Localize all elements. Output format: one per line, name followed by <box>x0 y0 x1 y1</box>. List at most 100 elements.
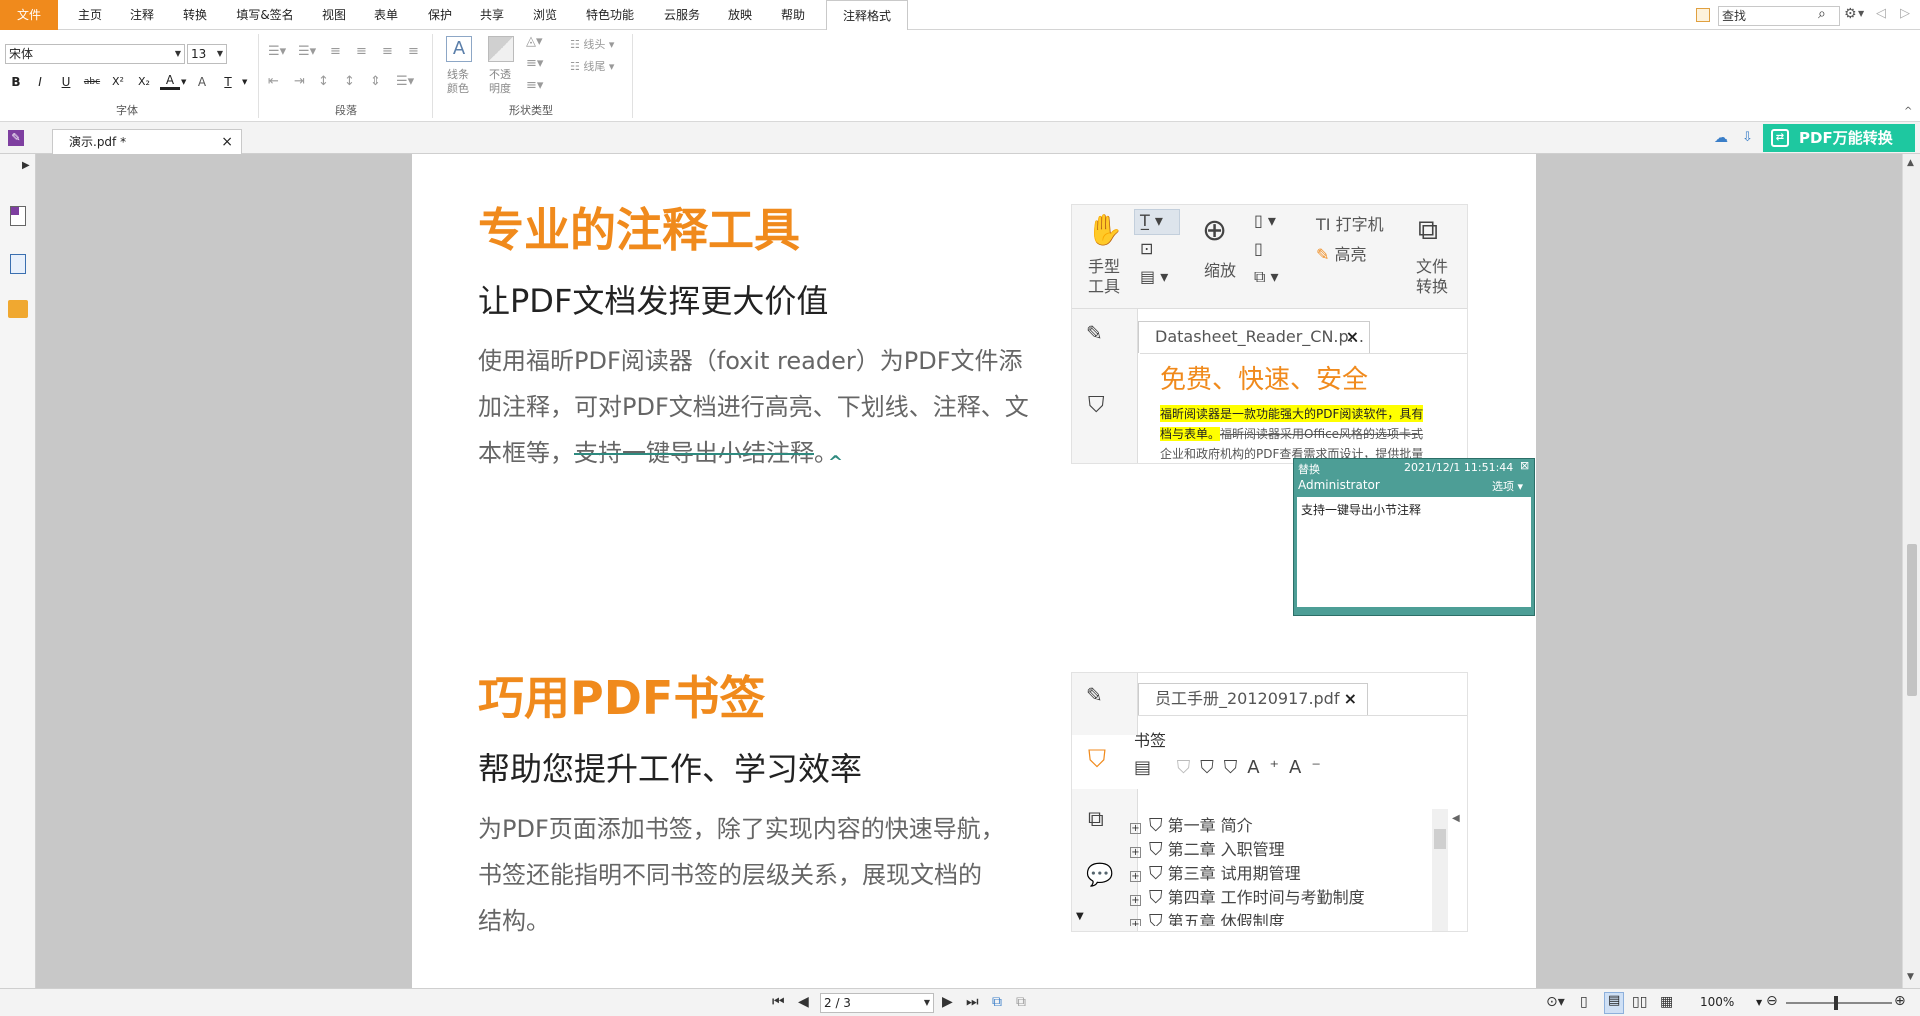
typewriter-label: 打字机 <box>1335 215 1384 234</box>
comments-icon[interactable] <box>8 300 28 318</box>
align-left-icon[interactable]: ≡ <box>330 44 341 59</box>
continuous-page-button[interactable]: ▤ <box>1604 992 1624 1014</box>
spacing-after-icon[interactable]: ☰▾ <box>396 74 414 89</box>
page-number-input[interactable]: 2 / 3 ▼ <box>820 993 934 1013</box>
menu-help[interactable]: 帮助 <box>771 0 815 30</box>
menu-form[interactable]: 表单 <box>364 0 408 30</box>
tab-demo-pdf[interactable]: 演示.pdf * × <box>52 129 242 154</box>
reflow-icon[interactable]: ⊙▾ <box>1546 994 1565 1010</box>
highlight-label: 高亮 <box>1334 245 1367 264</box>
scrollbar-thumb[interactable] <box>1907 544 1917 696</box>
close-icon[interactable]: × <box>221 130 233 154</box>
comment-options[interactable]: 选项 ▾ <box>1492 478 1523 494</box>
menu-comment-format[interactable]: 注释格式 <box>826 0 908 31</box>
font-outline-button[interactable]: A <box>192 72 212 92</box>
search-icon[interactable]: ⌕ <box>1818 6 1826 22</box>
comment-text-area[interactable]: 支持一键导出小节注释 <box>1297 497 1531 607</box>
strikethrough-button[interactable]: abc <box>80 72 104 92</box>
layers-icon[interactable] <box>10 254 26 274</box>
line-width-icon[interactable]: ≡▾ <box>526 56 543 71</box>
menu-home[interactable]: 主页 <box>68 0 112 30</box>
document-tab-bar: ✎ 演示.pdf * × ☁ ⇩ <box>0 122 1920 154</box>
italic-button[interactable]: I <box>30 72 50 92</box>
strikethrough-annotation[interactable]: 支持一键导出小结注释 <box>574 439 814 467</box>
justify-icon[interactable]: ≡ <box>408 44 419 59</box>
zoom-in-icon[interactable]: ⊕ <box>1894 993 1906 1009</box>
fill-color-icon[interactable]: ◬▾ <box>526 34 543 49</box>
single-page-icon[interactable]: ▯ <box>1580 994 1588 1010</box>
forward-icon[interactable]: ▷ <box>1900 6 1910 21</box>
bookmark-item: + ⛉ 第四章 工作时间与考勤制度 <box>1130 887 1365 908</box>
menu-protect[interactable]: 保护 <box>418 0 462 30</box>
spacing-before-icon[interactable]: ⇕ <box>370 74 381 89</box>
chevron-down-icon[interactable]: ▼ <box>242 78 247 86</box>
font-name-select[interactable]: 宋体 ▼ <box>5 44 185 64</box>
next-view-icon[interactable]: ⧉ <box>1016 994 1026 1010</box>
scroll-down-icon[interactable]: ▼ <box>1907 972 1914 982</box>
vertical-scrollbar[interactable]: ▲ ▼ <box>1902 154 1920 988</box>
menu-comment[interactable]: 注释 <box>120 0 164 30</box>
bookmark-item-label: 第三章 试用期管理 <box>1167 864 1301 883</box>
menu-browse[interactable]: 浏览 <box>523 0 567 30</box>
page-thumbnail-icon[interactable] <box>10 206 26 226</box>
font-color-button[interactable]: A <box>160 72 180 90</box>
cloud-icon[interactable]: ☁ <box>1714 130 1728 146</box>
section1-paragraph: 使用福昕PDF阅读器（foxit reader）为PDF文件添 加注释，可对PD… <box>478 338 1038 476</box>
menu-slideshow[interactable]: 放映 <box>718 0 762 30</box>
scroll-up-icon[interactable]: ▲ <box>1907 158 1914 168</box>
indent-decrease-icon[interactable]: ⇤ <box>268 74 279 89</box>
zoom-out-icon[interactable]: ⊖ <box>1766 993 1778 1009</box>
download-icon[interactable]: ⇩ <box>1742 130 1753 145</box>
menu-view[interactable]: 视图 <box>312 0 356 30</box>
gear-icon[interactable]: ⚙ <box>1844 6 1857 22</box>
font-size-select[interactable]: 13 ▼ <box>187 44 227 64</box>
bullet-list-icon[interactable]: ☰▾ <box>268 44 286 59</box>
menu-fill-sign[interactable]: 填写&签名 <box>228 0 302 30</box>
facing-page-icon[interactable]: ▯▯ <box>1632 994 1647 1010</box>
chevron-down-icon[interactable]: ▼ <box>181 78 186 86</box>
insert-caret-icon[interactable]: ^ <box>828 452 843 473</box>
line-color-icon[interactable]: A <box>446 36 472 62</box>
line-style-icon[interactable]: ≡▾ <box>526 78 543 93</box>
menu-convert[interactable]: 转换 <box>173 0 217 30</box>
opacity-label[interactable]: 不透 明度 <box>482 68 518 96</box>
zoom-slider[interactable] <box>1786 1002 1892 1004</box>
opacity-icon[interactable] <box>488 36 514 62</box>
continuous-facing-icon[interactable]: ▦ <box>1660 994 1673 1010</box>
first-page-icon[interactable]: ⏮ <box>772 994 785 1010</box>
text-style-button[interactable]: T <box>218 72 238 92</box>
align-right-icon[interactable]: ≡ <box>382 44 393 59</box>
typewriter-button: TI 打字机 <box>1316 215 1384 234</box>
chevron-down-icon[interactable]: ▼ <box>1858 9 1864 18</box>
chevron-down-icon[interactable]: ▼ <box>1756 998 1762 1007</box>
bold-button[interactable]: B <box>6 72 26 92</box>
back-icon[interactable]: ◁ <box>1876 6 1886 21</box>
comment-popup[interactable]: 替换 2021/12/1 11:51:44 ⊠ Administrator 选项… <box>1293 458 1535 616</box>
superscript-button[interactable]: X² <box>108 72 128 92</box>
pdf-convert-button[interactable]: ⇄ PDF万能转换 <box>1763 124 1915 152</box>
prev-page-icon[interactable]: ◀ <box>798 994 809 1010</box>
numbered-list-icon[interactable]: ☰▾ <box>298 44 316 59</box>
line-end-button[interactable]: ☷ 线尾 ▾ <box>570 58 614 74</box>
subscript-button[interactable]: X₂ <box>134 72 154 92</box>
zoom-level[interactable]: 100% <box>1700 995 1734 1009</box>
close-icon[interactable]: ⊠ <box>1520 459 1529 472</box>
align-center-icon[interactable]: ≡ <box>356 44 367 59</box>
last-page-icon[interactable]: ⏭ <box>966 994 979 1010</box>
menu-features[interactable]: 特色功能 <box>578 0 642 30</box>
collapse-ribbon-icon[interactable]: ^ <box>1904 106 1912 117</box>
menu-cloud[interactable]: 云服务 <box>656 0 708 30</box>
menu-file[interactable]: 文件 <box>0 0 58 30</box>
menu-share[interactable]: 共享 <box>470 0 514 30</box>
underline-button[interactable]: U <box>56 72 76 92</box>
line-color-label[interactable]: 线条 颜色 <box>440 68 476 96</box>
line-spacing-icon[interactable]: ↕ <box>318 74 329 89</box>
para-spacing-icon[interactable]: ↕ <box>344 74 355 89</box>
next-page-icon[interactable]: ▶ <box>942 994 953 1010</box>
search-scope-icon[interactable] <box>1696 8 1710 22</box>
indent-increase-icon[interactable]: ⇥ <box>294 74 305 89</box>
prev-view-icon[interactable]: ⧉ <box>992 994 1002 1010</box>
line-start-button[interactable]: ☷ 线头 ▾ <box>570 36 614 52</box>
zoom-slider-handle[interactable] <box>1834 996 1838 1010</box>
expand-panel-icon[interactable]: ▶ <box>22 160 30 171</box>
